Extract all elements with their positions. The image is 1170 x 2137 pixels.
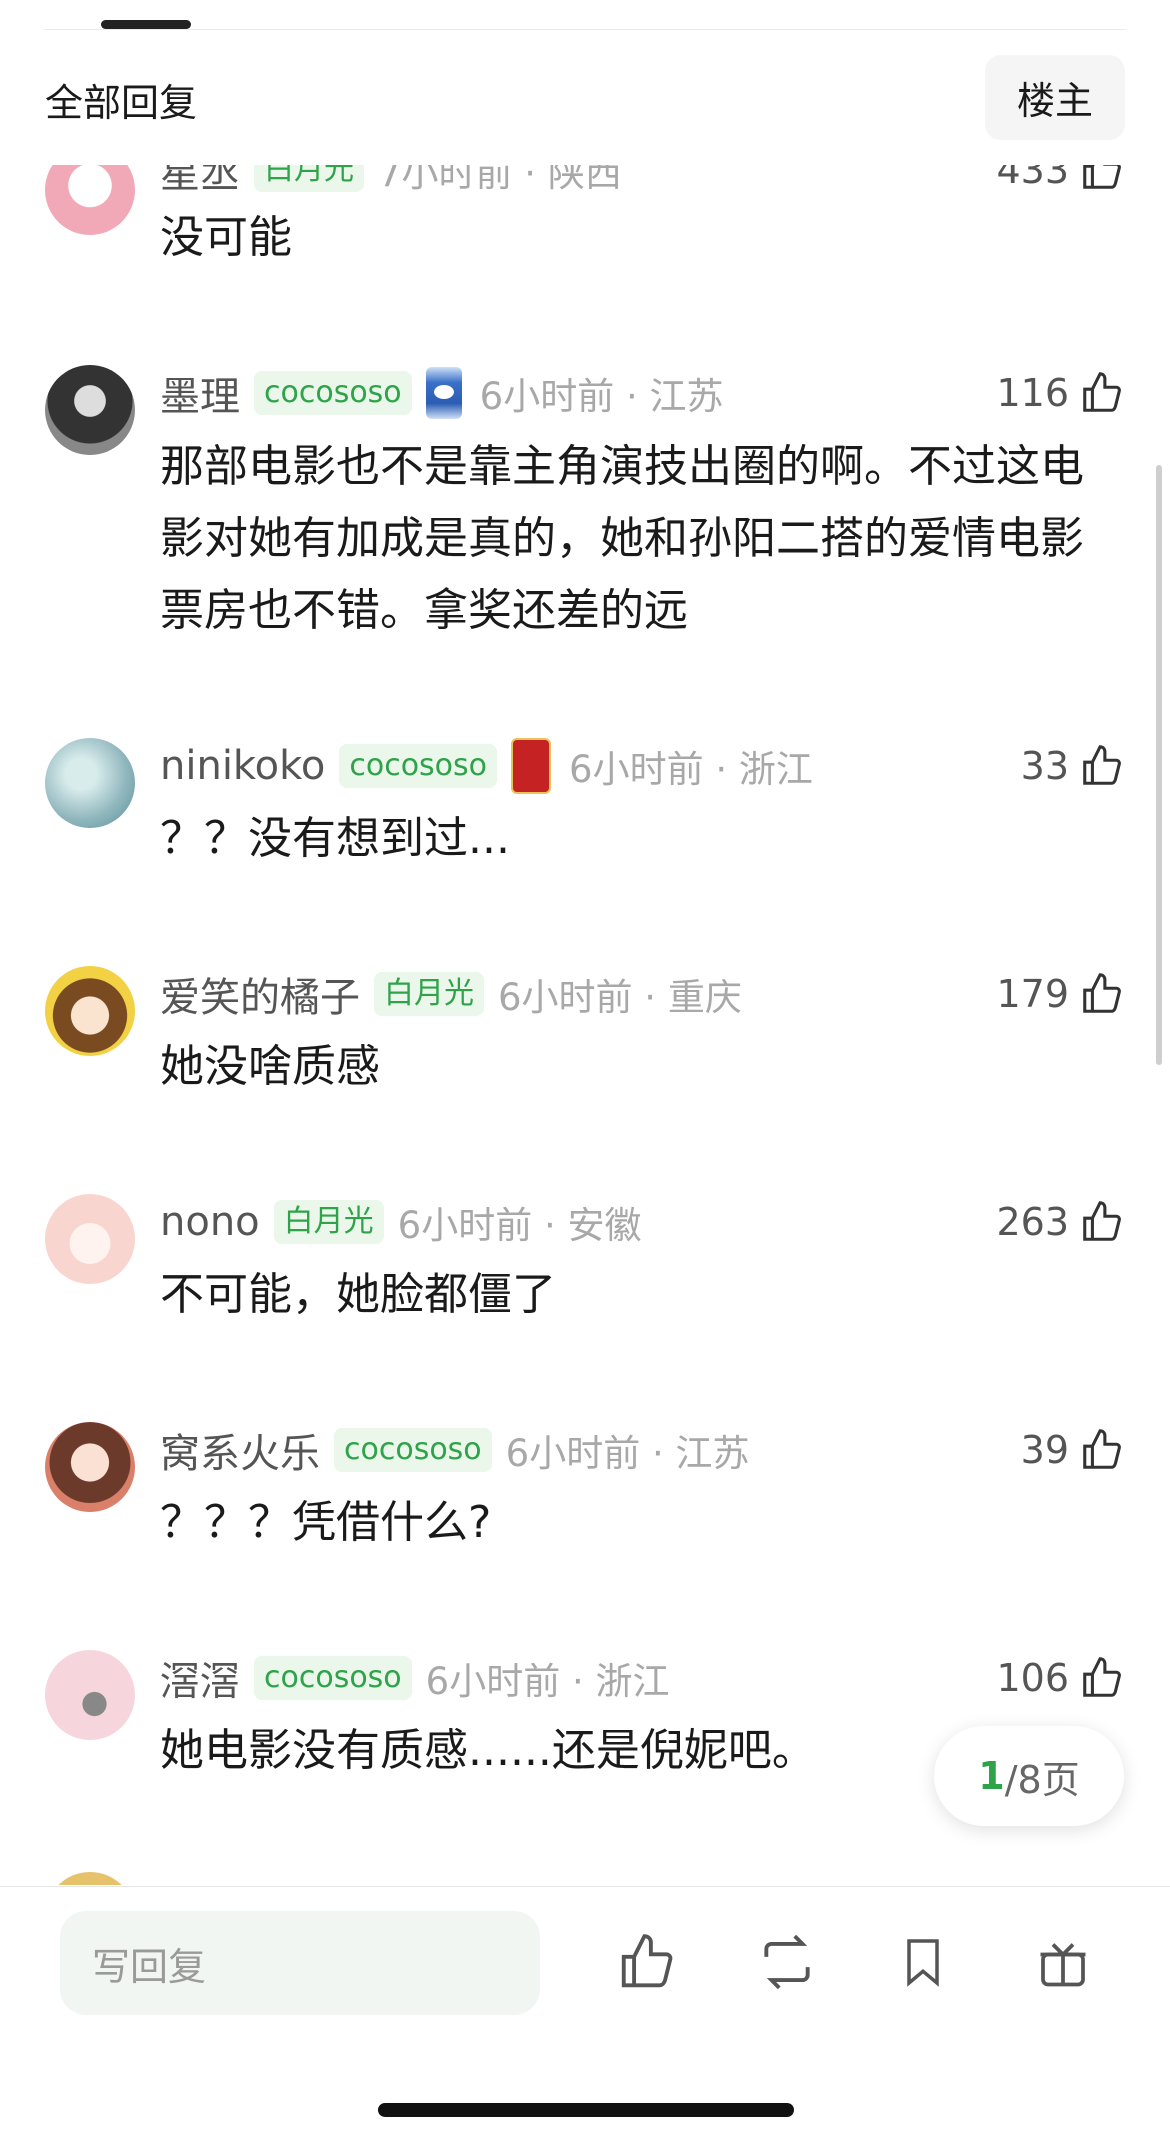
medal-badge xyxy=(425,367,462,419)
total-pages: /8页 xyxy=(1004,1757,1080,1802)
timestamp: 6小时前 · 江苏 xyxy=(505,1432,750,1475)
like-button[interactable]: 33 xyxy=(1021,736,1125,796)
avatar[interactable] xyxy=(45,738,135,828)
thumbs-up-icon xyxy=(1083,372,1121,412)
timestamp: 6小时前 · 安徽 xyxy=(397,1204,642,1247)
like-count: 179 xyxy=(996,972,1069,1016)
all-replies-title: 全部回复 xyxy=(45,81,198,125)
timestamp: 6小时前 · 浙江 xyxy=(569,748,813,791)
like-post-button[interactable] xyxy=(612,1927,682,1997)
thumbs-up-icon xyxy=(1083,973,1121,1013)
gift-icon xyxy=(1040,1943,1086,1987)
like-button[interactable]: 106 xyxy=(996,1648,1125,1708)
username[interactable]: 滘滘 xyxy=(160,1649,240,1707)
repost-icon xyxy=(764,1934,810,1990)
timestamp: 6小时前 · 浙江 xyxy=(425,1660,670,1703)
owner-filter-button[interactable]: 楼主 xyxy=(985,55,1125,140)
like-button[interactable]: 116 xyxy=(996,363,1125,423)
comment-text: 她没啥质感 xyxy=(160,1041,380,1092)
user-tag: 白月光 xyxy=(273,1200,384,1244)
like-button[interactable]: 263 xyxy=(996,1192,1125,1252)
avatar[interactable] xyxy=(45,1422,135,1512)
bookmark-icon xyxy=(907,1939,939,1987)
reply-header: 全部回复 楼主 xyxy=(0,40,1170,165)
reply-input[interactable]: 写回复 xyxy=(60,1911,540,2015)
user-tag: cocososo xyxy=(254,371,412,415)
user-tag: cocososo xyxy=(254,1656,412,1700)
comment-text: 不可能，她脸都僵了 xyxy=(160,1269,556,1320)
avatar[interactable] xyxy=(45,966,135,1056)
comment-list[interactable]: 星丞 白月光 7小时前 · 陕西 433 没可能 墨理 cocososo 6小时… xyxy=(0,0,1170,1885)
username[interactable]: 窝系火乐 xyxy=(160,1421,320,1479)
like-count: 39 xyxy=(1020,1428,1069,1472)
page-indicator[interactable]: 1 /8页 xyxy=(934,1726,1124,1826)
thumbs-up-icon xyxy=(1083,1201,1121,1241)
avatar[interactable] xyxy=(45,1194,135,1284)
username[interactable]: 墨理 xyxy=(160,364,240,422)
like-count: 106 xyxy=(996,1656,1069,1700)
comment-text: ？？？凭借什么? xyxy=(160,1497,492,1548)
home-indicator xyxy=(378,2103,794,2117)
username[interactable]: nono xyxy=(160,1199,260,1245)
like-button[interactable]: 39 xyxy=(1021,1420,1125,1480)
comment-text: 没可能 xyxy=(160,212,292,263)
like-count: 263 xyxy=(996,1200,1069,1244)
like-count: 33 xyxy=(1020,744,1069,788)
repost-button[interactable] xyxy=(752,1927,822,1997)
thumbs-up-icon xyxy=(621,1934,673,1988)
like-count: 116 xyxy=(996,371,1069,415)
thumbs-up-icon xyxy=(1083,745,1121,785)
avatar[interactable] xyxy=(45,365,135,455)
user-tag: 白月光 xyxy=(374,972,484,1016)
username[interactable]: 爱笑的橘子 xyxy=(160,965,360,1023)
username[interactable]: ninikoko xyxy=(160,743,325,789)
comment-text: ？？没有想到过... xyxy=(160,813,510,864)
current-page: 1 xyxy=(978,1754,1005,1798)
thumbs-up-icon xyxy=(1083,1657,1121,1697)
gift-button[interactable] xyxy=(1028,1927,1098,1997)
timestamp: 6小时前 · 重庆 xyxy=(498,976,742,1019)
thumbs-up-icon xyxy=(1083,1429,1121,1469)
avatar[interactable] xyxy=(45,1872,135,1885)
timestamp: 6小时前 · 江苏 xyxy=(479,375,724,418)
comment-text: 那部电影也不是靠主角演技出圈的啊。不过这电影对她有加成是真的，她和孙阳二搭的爱情… xyxy=(160,441,1084,636)
avatar[interactable] xyxy=(45,1650,135,1740)
like-button[interactable]: 179 xyxy=(996,964,1125,1024)
user-tag: cocososo xyxy=(339,744,498,788)
scrollbar[interactable] xyxy=(1156,465,1162,1065)
bottom-action-bar: 写回复 xyxy=(0,1886,1170,2137)
medal-badge xyxy=(511,738,552,794)
bookmark-button[interactable] xyxy=(888,1927,958,1997)
user-tag: cocososo xyxy=(334,1428,492,1472)
